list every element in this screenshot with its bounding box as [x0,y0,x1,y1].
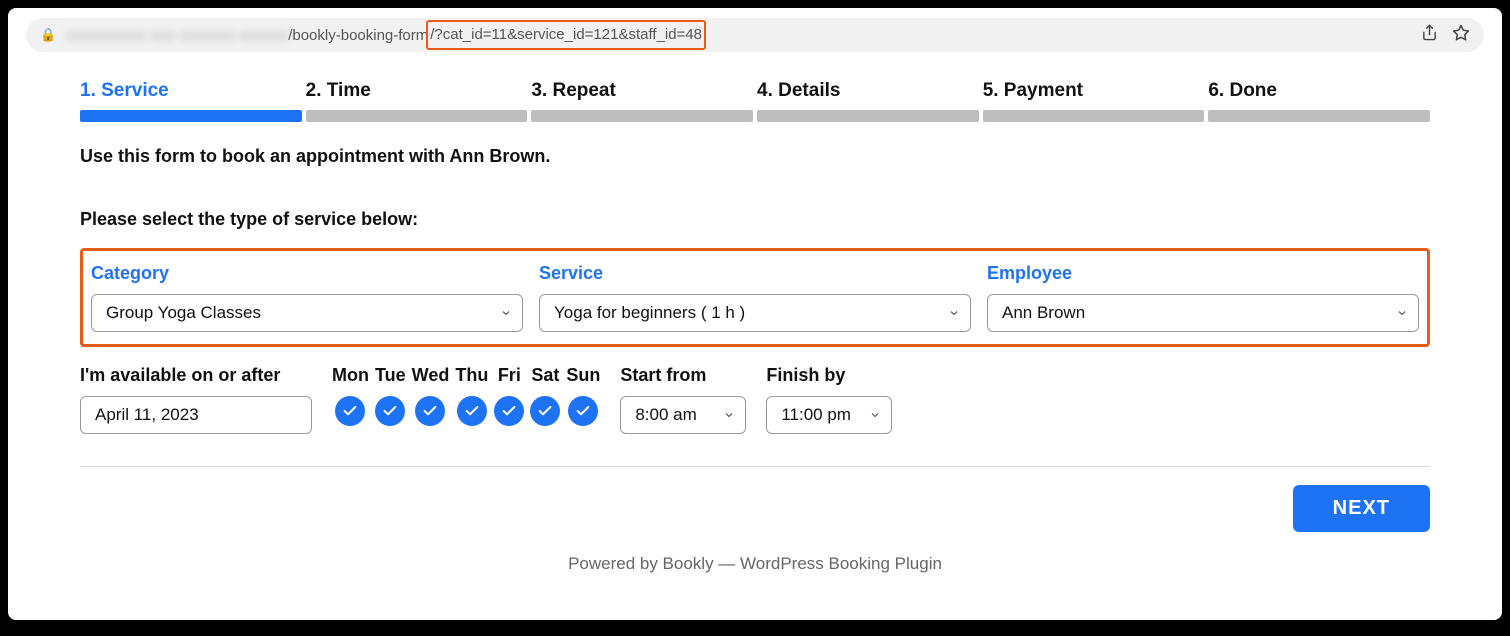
chevron-down-icon [723,409,735,421]
category-select[interactable]: Group Yoga Classes [91,294,523,332]
subintro-text: Please select the type of service below: [80,209,1430,230]
day-toggle-tue[interactable] [375,396,405,426]
employee-select[interactable]: Ann Brown [987,294,1419,332]
chevron-down-icon [500,307,512,319]
share-icon[interactable] [1421,24,1438,46]
date-input[interactable]: April 11, 2023 [80,396,312,434]
step-details[interactable]: 4. Details [757,80,979,122]
step-payment[interactable]: 5. Payment [983,80,1205,122]
day-toggle-thu[interactable] [457,396,487,426]
intro-text: Use this form to book an appointment wit… [80,146,1430,167]
bookmark-star-icon[interactable] [1452,24,1470,47]
powered-by: Powered by Bookly — WordPress Booking Pl… [8,554,1502,574]
finish-by-select[interactable]: 11:00 pm [766,396,892,434]
step-done[interactable]: 6. Done [1208,80,1430,122]
start-from-select[interactable]: 8:00 am [620,396,746,434]
chevron-down-icon [869,409,881,421]
day-toggles: Mon Tue Wed Thu Fri Sat Sun [332,365,600,426]
category-label: Category [91,263,523,284]
date-label: I'm available on or after [80,365,312,386]
step-service[interactable]: 1. Service [80,80,302,122]
day-toggle-sat[interactable] [530,396,560,426]
progress-steps: 1. Service 2. Time 3. Repeat 4. Details … [80,80,1430,122]
lock-icon: 🔒 [40,27,56,43]
service-label: Service [539,263,971,284]
chevron-down-icon [1396,307,1408,319]
service-select[interactable]: Yoga for beginners ( 1 h ) [539,294,971,332]
url-bar[interactable]: 🔒 xxxxxxxxxx xxx xxxxxxx xxxxxx /bookly-… [26,18,1484,52]
employee-label: Employee [987,263,1419,284]
step-time[interactable]: 2. Time [306,80,528,122]
url-query-highlight: /?cat_id=11&service_id=121&staff_id=48 [426,20,706,50]
service-fields-highlight: Category Group Yoga Classes Service Yoga… [80,248,1430,347]
availability-row: I'm available on or after April 11, 2023… [80,365,1430,434]
url-path: /bookly-booking-form [288,27,428,44]
url-obscured: xxxxxxxxxx xxx xxxxxxx xxxxxx [66,27,288,44]
day-toggle-wed[interactable] [415,396,445,426]
start-from-label: Start from [620,365,746,386]
day-toggle-mon[interactable] [335,396,365,426]
chevron-down-icon [948,307,960,319]
step-repeat[interactable]: 3. Repeat [531,80,753,122]
finish-by-label: Finish by [766,365,892,386]
day-toggle-fri[interactable] [494,396,524,426]
next-button[interactable]: NEXT [1293,485,1430,532]
day-toggle-sun[interactable] [568,396,598,426]
